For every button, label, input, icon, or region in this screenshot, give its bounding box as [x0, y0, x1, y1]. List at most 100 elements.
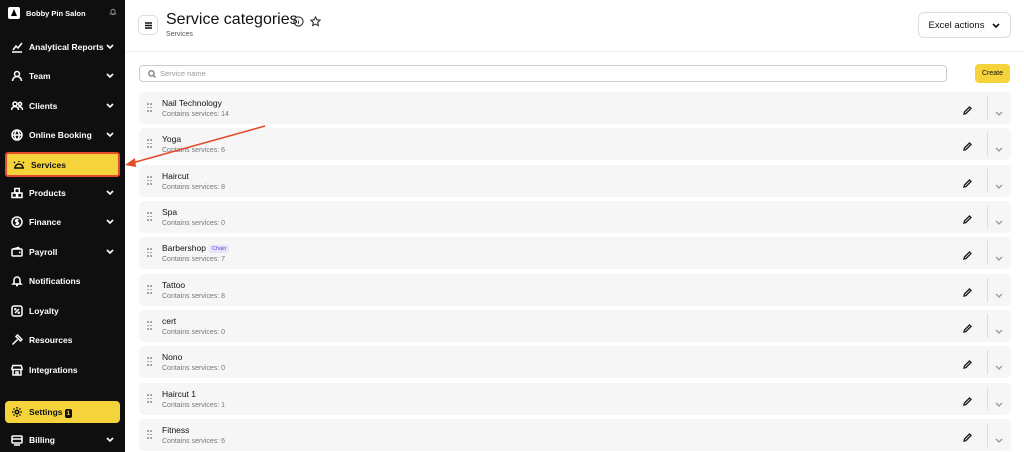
sidebar-item-integrations[interactable]: Integrations [0, 357, 125, 383]
table-row[interactable]: Barbershop Chain Contains services: 7 [139, 237, 1011, 269]
sidebar-item-label: Settings [29, 406, 63, 417]
breadcrumb[interactable]: Services [166, 31, 193, 38]
users-icon [11, 100, 23, 112]
user-icon [11, 70, 23, 82]
pencil-icon[interactable] [963, 247, 975, 260]
chevron-down-icon [106, 130, 114, 140]
sidebar-item-label: Notifications [29, 276, 81, 286]
sidebar-item-analytical-reports[interactable]: Analytical Reports [0, 34, 125, 60]
bell-icon[interactable] [109, 8, 117, 18]
row-divider [987, 423, 988, 447]
drag-handle-icon[interactable] [147, 321, 152, 330]
drag-handle-icon[interactable] [147, 212, 152, 221]
category-count: Contains services: 0 [162, 329, 226, 336]
drag-handle-icon[interactable] [147, 139, 152, 148]
sidebar-item-settings[interactable]: Settings 1 [5, 401, 120, 423]
sidebar-item-loyalty[interactable]: Loyalty [0, 298, 125, 324]
chevron-down-icon[interactable] [995, 177, 1005, 189]
title-actions [293, 14, 322, 32]
globe-icon [11, 129, 23, 141]
chevron-down-icon[interactable] [995, 322, 1005, 334]
dollar-icon [11, 216, 23, 228]
table-row[interactable]: Nono Contains services: 0 [139, 346, 1011, 378]
drag-handle-icon[interactable] [147, 248, 152, 257]
sidebar-item-payroll[interactable]: Payroll [0, 239, 125, 265]
page-title: Service categories [166, 11, 298, 28]
info-icon[interactable] [293, 14, 304, 32]
pencil-icon[interactable] [963, 102, 975, 115]
chevron-down-icon [106, 71, 114, 81]
sidebar-item-notifications[interactable]: Notifications [0, 268, 125, 294]
drag-handle-icon[interactable] [147, 430, 152, 439]
row-divider [987, 387, 988, 411]
row-divider [987, 169, 988, 193]
create-button[interactable]: Create [975, 64, 1010, 83]
table-row[interactable]: Fitness Contains services: 6 [139, 419, 1011, 451]
row-divider [987, 96, 988, 120]
drag-handle-icon[interactable] [147, 394, 152, 403]
row-divider [987, 314, 988, 338]
drag-handle-icon[interactable] [147, 285, 152, 294]
category-name: Yoga [162, 134, 182, 144]
category-count: Contains services: 8 [162, 184, 226, 191]
chevron-down-icon [106, 188, 114, 198]
sidebar-item-clients[interactable]: Clients [0, 93, 125, 119]
chevron-down-icon[interactable] [995, 431, 1005, 443]
pencil-icon[interactable] [963, 356, 975, 369]
pencil-icon[interactable] [963, 429, 975, 442]
chevron-down-icon[interactable] [995, 104, 1005, 116]
sidebar-item-label: Payroll [29, 247, 58, 257]
sidebar-item-products[interactable]: Products [0, 180, 125, 206]
pencil-icon[interactable] [963, 175, 975, 188]
header-divider [125, 51, 1024, 52]
table-row[interactable]: Spa Contains services: 0 [139, 201, 1011, 233]
sidebar: Bobby Pin Salon Analytical Reports Team … [0, 0, 125, 452]
sidebar-item-resources[interactable]: Resources [0, 327, 125, 353]
pencil-icon[interactable] [963, 320, 975, 333]
chevron-down-icon[interactable] [995, 395, 1005, 407]
chevron-down-icon[interactable] [995, 249, 1005, 261]
chevron-down-icon [106, 247, 114, 257]
chain-badge: Chain [208, 245, 230, 253]
menu-toggle-button[interactable] [138, 15, 158, 35]
search-input[interactable] [160, 69, 946, 78]
drag-handle-icon[interactable] [147, 357, 152, 366]
sidebar-item-online-booking[interactable]: Online Booking [0, 122, 125, 148]
brand[interactable]: Bobby Pin Salon [0, 0, 125, 26]
category-name: Haircut [162, 171, 189, 181]
boxes-icon [11, 187, 23, 199]
row-divider [987, 241, 988, 265]
table-row[interactable]: cert Contains services: 0 [139, 310, 1011, 342]
pencil-icon[interactable] [963, 138, 975, 151]
table-row[interactable]: Nail Technology Contains services: 14 [139, 92, 1011, 124]
drag-handle-icon[interactable] [147, 103, 152, 112]
main-content: Service categories Services Excel action… [125, 0, 1024, 452]
sidebar-item-billing[interactable]: Billing [0, 427, 125, 452]
chevron-down-icon [106, 217, 114, 227]
pencil-icon[interactable] [963, 284, 975, 297]
excel-actions-button[interactable]: Excel actions [918, 12, 1011, 38]
chevron-down-icon[interactable] [995, 358, 1005, 370]
wallet-icon [11, 246, 23, 258]
cloche-icon [13, 159, 25, 171]
sidebar-item-label: Team [29, 71, 51, 81]
category-name: cert [162, 316, 177, 326]
table-row[interactable]: Tattoo Contains services: 8 [139, 274, 1011, 306]
star-icon[interactable] [309, 14, 322, 32]
settings-badge: 1 [64, 408, 73, 418]
drag-handle-icon[interactable] [147, 176, 152, 185]
chevron-down-icon[interactable] [995, 286, 1005, 298]
sidebar-item-finance[interactable]: Finance [0, 209, 125, 235]
pencil-icon[interactable] [963, 211, 975, 224]
chevron-down-icon[interactable] [995, 213, 1005, 225]
pencil-icon[interactable] [963, 393, 975, 406]
table-row[interactable]: Yoga Contains services: 6 [139, 128, 1011, 160]
category-name: Spa [162, 207, 178, 217]
table-row[interactable]: Haircut 1 Contains services: 1 [139, 383, 1011, 415]
sidebar-item-team[interactable]: Team [0, 63, 125, 89]
table-row[interactable]: Haircut Contains services: 8 [139, 165, 1011, 197]
sidebar-item-services[interactable]: Services [5, 152, 120, 177]
category-count: Contains services: 0 [162, 365, 226, 372]
chevron-down-icon[interactable] [995, 140, 1005, 152]
hamburger-icon [144, 21, 152, 29]
